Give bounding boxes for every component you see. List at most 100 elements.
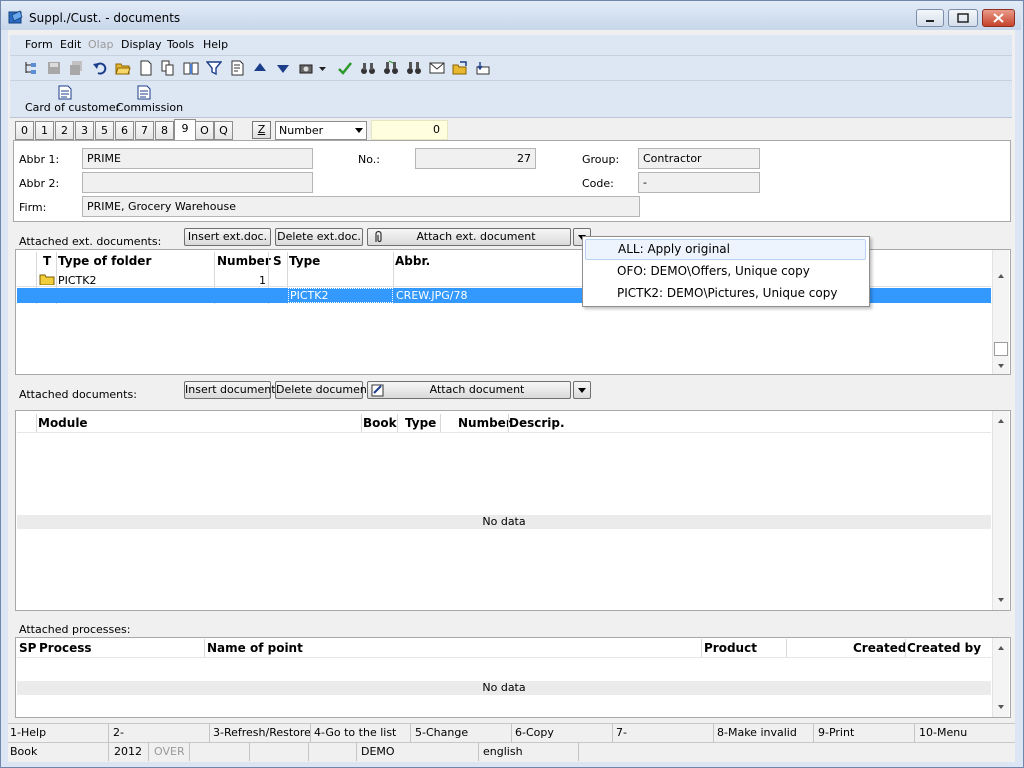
menu-option-apply-original[interactable]: ALL: Apply original: [585, 239, 866, 260]
menu-display[interactable]: Display: [121, 38, 162, 51]
docs-scrollbar[interactable]: [992, 411, 1009, 610]
scroll-up-icon[interactable]: [998, 646, 1004, 650]
col-abbr[interactable]: Abbr.: [395, 254, 430, 268]
menu-option-pictk2-pictures[interactable]: PICTK2: DEMO\Pictures, Unique copy: [585, 283, 866, 304]
col-doc-number[interactable]: Number: [458, 416, 512, 430]
abbr2-field[interactable]: [82, 172, 313, 193]
abbr2-label: Abbr 2:: [19, 177, 60, 190]
fkey-9-print[interactable]: 9-Print: [818, 726, 854, 739]
firm-label: Firm:: [19, 201, 47, 214]
import-icon[interactable]: [474, 59, 491, 76]
col-process[interactable]: Process: [39, 641, 92, 655]
tab-3[interactable]: 3: [75, 121, 94, 140]
attach-document-dropdown[interactable]: [573, 381, 591, 399]
open-folder-icon[interactable]: [114, 59, 131, 76]
fkey-5-change[interactable]: 5-Change: [415, 726, 468, 739]
insert-ext-doc-button[interactable]: Insert ext.doc.: [184, 228, 271, 246]
fkey-1-help[interactable]: 1-Help: [10, 726, 46, 739]
tab-o[interactable]: O: [195, 121, 214, 140]
sort-select[interactable]: Number: [275, 121, 367, 140]
fkey-8-make-invalid[interactable]: 8-Make invalid: [717, 726, 797, 739]
camera-icon[interactable]: [297, 59, 314, 76]
z-button[interactable]: Z: [252, 121, 271, 139]
card-of-customer-button[interactable]: Card of customer: [25, 101, 120, 114]
document-filter-icon[interactable]: [228, 59, 245, 76]
tab-9[interactable]: 9: [174, 119, 196, 141]
fkey-4-go-to-list[interactable]: 4-Go to the list: [314, 726, 396, 739]
scroll-up-icon[interactable]: [998, 419, 1004, 423]
processes-scrollbar[interactable]: [992, 638, 1009, 717]
commission-button[interactable]: Commission: [116, 101, 183, 114]
tab-0[interactable]: 0: [15, 121, 34, 140]
delete-ext-doc-button[interactable]: Delete ext.doc.: [275, 228, 363, 246]
col-sp[interactable]: SP: [19, 641, 36, 655]
menu-help[interactable]: Help: [203, 38, 228, 51]
col-t[interactable]: T: [43, 254, 51, 268]
fkey-10-menu[interactable]: 10-Menu: [919, 726, 967, 739]
fkey-3-refresh[interactable]: 3-Refresh/Restore: [213, 726, 311, 739]
camera-dropdown-icon[interactable]: [318, 59, 328, 76]
tab-6[interactable]: 6: [115, 121, 134, 140]
col-number[interactable]: Number: [217, 254, 271, 268]
arrow-down-icon[interactable]: [274, 59, 291, 76]
filter-icon[interactable]: [205, 59, 222, 76]
fkey-6-copy[interactable]: 6-Copy: [515, 726, 554, 739]
scroll-up-icon[interactable]: [998, 274, 1004, 278]
col-type-of-folder[interactable]: Type of folder: [58, 254, 151, 268]
minimize-button[interactable]: [916, 9, 944, 27]
col-description[interactable]: Descrip.: [509, 416, 565, 430]
abbr1-field[interactable]: PRIME: [82, 148, 313, 169]
number-search-field[interactable]: 0: [371, 120, 448, 140]
docs-grid[interactable]: [15, 410, 1011, 611]
tab-7[interactable]: 7: [135, 121, 154, 140]
col-created-by[interactable]: Created by: [907, 641, 981, 655]
fkey-7[interactable]: 7-: [616, 726, 627, 739]
scroll-thumb[interactable]: [994, 342, 1008, 356]
col-doc-type[interactable]: Type: [405, 416, 436, 430]
copy-document-icon[interactable]: [159, 59, 176, 76]
insert-document-button[interactable]: Insert document: [184, 381, 276, 399]
tab-5[interactable]: 5: [95, 121, 114, 140]
book-icon[interactable]: [182, 59, 199, 76]
menu-form[interactable]: Form: [25, 38, 53, 51]
col-created[interactable]: Created: [853, 641, 906, 655]
maximize-button[interactable]: [948, 9, 978, 27]
tab-1[interactable]: 1: [35, 121, 54, 140]
binoculars-icon[interactable]: [359, 59, 376, 76]
delete-document-button[interactable]: Delete document: [275, 381, 371, 399]
menu-option-ofo-offers[interactable]: OFO: DEMO\Offers, Unique copy: [585, 261, 866, 282]
col-name-of-point[interactable]: Name of point: [207, 641, 303, 655]
fkey-2[interactable]: 2-: [113, 726, 124, 739]
tab-q[interactable]: Q: [214, 121, 233, 140]
no-field[interactable]: 27: [415, 148, 536, 169]
col-type[interactable]: Type: [289, 254, 320, 268]
close-button[interactable]: [982, 9, 1015, 27]
tab-2[interactable]: 2: [55, 121, 74, 140]
new-document-icon[interactable]: [137, 59, 154, 76]
tab-8[interactable]: 8: [155, 121, 174, 140]
column-divider: [508, 414, 509, 432]
find-previous-icon[interactable]: [405, 59, 422, 76]
export-folder-icon[interactable]: [451, 59, 468, 76]
tree-view-icon[interactable]: [22, 59, 39, 76]
ext-docs-scrollbar[interactable]: [992, 250, 1009, 374]
undo-icon[interactable]: [91, 59, 108, 76]
col-s[interactable]: S: [273, 254, 282, 268]
group-field[interactable]: Contractor: [638, 148, 760, 169]
menu-tools[interactable]: Tools: [167, 38, 194, 51]
scroll-down-icon[interactable]: [998, 598, 1004, 602]
mail-icon[interactable]: [428, 59, 445, 76]
scroll-down-icon[interactable]: [998, 705, 1004, 709]
check-mark-icon[interactable]: [336, 59, 353, 76]
code-field[interactable]: -: [638, 172, 760, 193]
scroll-down-icon[interactable]: [998, 364, 1004, 368]
firm-field[interactable]: PRIME, Grocery Warehouse: [82, 196, 640, 217]
arrow-up-icon[interactable]: [251, 59, 268, 76]
find-next-icon[interactable]: [382, 59, 399, 76]
col-module[interactable]: Module: [38, 416, 88, 430]
col-product[interactable]: Product: [704, 641, 757, 655]
col-book[interactable]: Book: [363, 416, 397, 430]
attach-ext-doc-button[interactable]: Attach ext. document: [367, 228, 571, 246]
menu-edit[interactable]: Edit: [60, 38, 81, 51]
attach-document-button[interactable]: Attach document: [367, 381, 571, 399]
